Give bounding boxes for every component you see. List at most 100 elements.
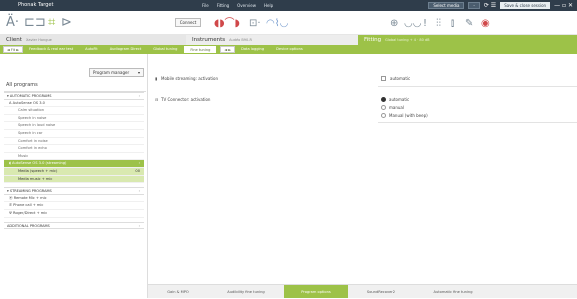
tools-icon[interactable]: ✎ [465,17,473,30]
group-label: AUTOMATIC PROGRAMS [9,94,52,98]
radio-label: automatic [389,97,410,102]
program-count: 00 [135,168,140,173]
radio-label: Manual (with beep) [389,113,428,118]
menu-help[interactable]: Help [264,3,273,8]
save-icon[interactable]: ⟳ ☰ [484,2,496,9]
window-controls[interactable]: — ▫ ✕ [554,2,573,9]
select-media-dropdown[interactable]: Select media [428,2,465,9]
checkbox-label: automatic [390,76,411,81]
list-item[interactable]: Calm situation [4,107,144,115]
earpiece-icon[interactable]: Ä· [6,16,19,29]
group-automatic[interactable]: ▾ AUTOMATIC PROGRAMS › [4,92,144,100]
list-item[interactable]: A AutoSense OS 3.0 [4,100,144,108]
group-label: ADDITIONAL PROGRAMS [7,223,50,228]
client-label: Client [6,37,22,43]
fitting-sub: Global tuning + 4 · 80 dB [385,38,430,42]
tab-back-button[interactable]: ◄ Fit ► [3,46,24,53]
client-name: Xavier Hongue [25,38,52,42]
connect-button[interactable]: Connect [175,18,201,27]
tab-fine-tuning[interactable]: Fine tuning [183,45,218,54]
program-manager-button[interactable]: Program manager ▾ [89,68,144,77]
save-close-button[interactable]: Save & close session [500,2,551,9]
list-item[interactable]: Speech in car [4,130,144,138]
program-label: Phone call + mic [13,203,44,208]
tab-nav-buttons[interactable]: ◄ ► [220,46,236,53]
wireless-icon[interactable]: ⊡· [249,17,261,30]
title-right: Select media - ⟳ ☰ Save & close session … [428,2,573,9]
mobile-streaming-label: Mobile streaming: activation [161,76,219,81]
bottom-tabs: Gain & MPO Audibility fine tuning Progra… [148,284,577,298]
audiogram-icon[interactable]: ⌗ [48,16,55,29]
tab-device-options[interactable]: Device options [270,45,309,54]
connection-icon[interactable]: ⊕ [390,17,398,30]
tab-program-options[interactable]: Program options [284,285,348,298]
program-list: ▾ AUTOMATIC PROGRAMS › A AutoSense OS 3.0… [4,92,144,230]
tv-choice-automatic[interactable]: automatic [381,96,410,103]
tab-audibility[interactable]: Audibility fine tuning [208,285,284,298]
program-options-panel: ▮ Mobile streaming: activation automatic … [148,54,577,266]
tv-choice-manual[interactable]: manual [381,104,404,111]
tab-gain-mpo[interactable]: Gain & MPO [148,285,208,298]
chevron-down-icon: ▾ [137,70,140,75]
tab-feedback[interactable]: Feedback & real ear test [23,45,79,54]
target-icon[interactable]: ◉ [481,17,490,30]
info-icon[interactable]: ! [423,17,427,30]
list-item[interactable]: Media (speech + mic) 00 [4,167,144,176]
tab-soundrecover[interactable]: SoundRecover2 [348,285,414,298]
program-label: Media (speech + mic) [18,168,58,173]
group-streaming[interactable]: ▾ STREAMING PROGRAMS › [4,187,144,195]
radio-button[interactable] [381,104,386,110]
list-item[interactable]: ✆ Phone call + mic [4,202,144,210]
radio-label: manual [389,105,404,110]
program-sidebar: Program manager ▾ All programs ▾ AUTOMATI… [0,54,148,298]
app-title: Phonak Target [18,2,54,8]
list-item[interactable]: Speech in noise [4,115,144,123]
tv-connector-row: ⊟ TV Connector: activation [155,97,210,102]
menu-overview[interactable]: Overview [237,3,256,8]
chart-icon[interactable]: ⫾ [451,17,454,30]
list-item[interactable]: Comfort in noise [4,138,144,146]
instruments-label: Instruments [192,37,226,43]
list-item[interactable]: Comfort in echo [4,145,144,153]
radio-button[interactable] [381,112,386,118]
remote-icon[interactable]: ◠⌇◡ [266,17,288,30]
tab-global-tuning[interactable]: Global tuning [147,45,183,54]
fitting-assistant-icon[interactable]: ◡◡ [404,17,421,30]
list-item[interactable]: Ψ Roger/Direct + mic [4,210,144,218]
menu-fitting[interactable]: Fitting [217,3,229,8]
equalizer-icon[interactable]: ⫶⫶ [436,17,441,30]
hearing-aid-pair-icon[interactable]: ◖◗⌒◗ [214,17,240,30]
list-item[interactable]: Media music + mic [4,175,144,184]
menu-file[interactable]: File [202,3,209,8]
client-header[interactable]: Client Xavier Hongue [0,35,186,45]
tv-connector-label: TV Connector: activation [161,97,211,102]
tv-choice-manual-beep[interactable]: Manual (with beep) [381,112,428,119]
tab-automatic-fine-tuning[interactable]: Automatic fine tuning [414,285,492,298]
fitting-icon[interactable]: ⊳ [61,16,72,29]
program-label: Remote Mic + mic [13,195,47,200]
tab-autofit[interactable]: AutoFit [79,45,104,54]
program-label: AutoSense OS 3.0 [12,100,45,105]
toolbar: Ä· ⊏⊐ ⌗ ⊳ ◖◗⌒◗ ⊡· ◠⌇◡ ⊕ ◡◡ ! ⫶⫶ ⫾ ✎ ◉ [0,11,577,35]
hearing-aid-icon[interactable]: ⊏⊐ [24,16,46,29]
checkbox[interactable] [381,75,386,81]
program-manager-label: Program manager [93,70,130,75]
chevron-right-icon: › [138,161,140,166]
list-item[interactable]: Music [4,153,144,161]
tab-audiogram-direct[interactable]: Audiogram Direct [104,45,148,54]
instruments-header[interactable]: Instruments Audéo B90-R [186,35,358,45]
tab-data-logging[interactable]: Data logging [235,45,270,54]
fitting-label: Fitting [364,37,382,43]
fitting-tabs: ◄ Fit ► Feedback & real ear test AutoFit… [0,45,577,54]
chevron-right-icon: › [138,223,140,228]
mobile-streaming-checkbox[interactable]: automatic [381,75,411,82]
selected-program[interactable]: ◖ AutoSense OS 3.0 (streaming) › [4,160,144,168]
divider [378,86,577,87]
group-additional[interactable]: ADDITIONAL PROGRAMS › [4,221,144,230]
all-programs-title: All programs [6,82,38,88]
secondary-dropdown[interactable]: - [468,2,480,9]
list-item[interactable]: ⦿ Remote Mic + mic [4,195,144,203]
list-item[interactable]: Speech in loud noise [4,122,144,130]
fitting-header[interactable]: Fitting Global tuning + 4 · 80 dB [358,35,577,45]
radio-button[interactable] [381,96,386,102]
